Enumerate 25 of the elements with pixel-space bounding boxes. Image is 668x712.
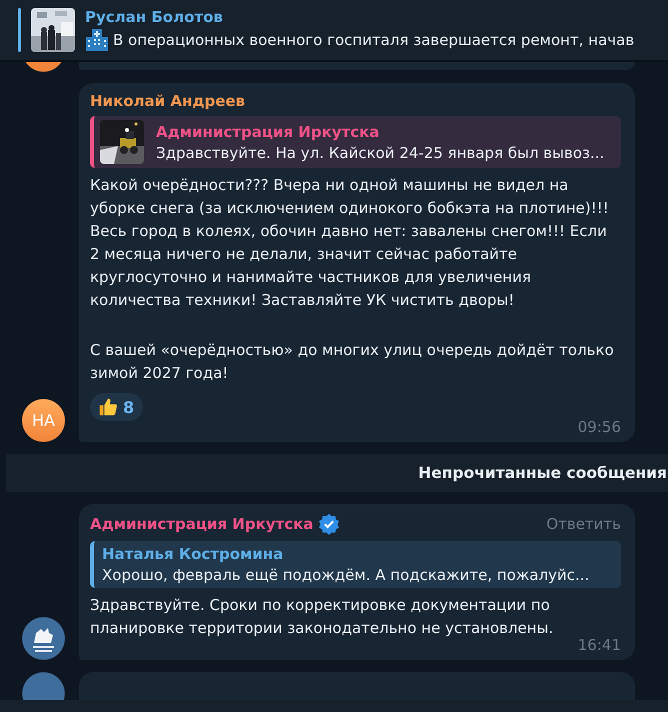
reply-link[interactable]: Ответить (546, 515, 621, 533)
message-text: С вашей «очерёдностью» до многих улиц очередь дойдёт только зимой 2027 года! (90, 340, 615, 384)
message-time: 09:56 (578, 418, 621, 436)
verified-badge-icon (318, 513, 340, 535)
reply-author: Наталья Костромина (102, 545, 284, 563)
sender-name[interactable]: Администрация Иркутска (90, 515, 314, 533)
reply-quote[interactable]: Администрация Иркутска Здравствуйте. На ул. Кайской 24-25 января был вывоз... (90, 116, 621, 168)
reply-text: Здравствуйте. На ул. Кайской 24-25 января был вывоз... (156, 144, 604, 162)
unread-separator: Непрочитанные сообщения (418, 464, 667, 482)
reply-author: Администрация Иркутска (156, 122, 380, 140)
accent-bar (18, 8, 21, 52)
sender-name[interactable]: Николай Андреев (90, 92, 246, 110)
pinned-text: В операционных военного госпиталя завершается ремонт, начав (113, 31, 634, 49)
message-time: 16:41 (578, 636, 621, 654)
message-text: Какой очерёдности??? Вчера ни одной машины не видел на уборке снега (за исключением одинокого бобкэта на плотине)!!! Весь город в колеях, обочин давно нет: завалены снегом!!! Если 2 месяца ничего не делали, значит сейчас работайте круглосуточно и нанимайте частников для увеличения количества техники! Заставляйте УК чистить дворы! (90, 175, 610, 311)
city-logo-avatar[interactable] (22, 617, 65, 660)
reply-text: Хорошо, февраль ещё подождём. А подскажите, пожалуйс... (102, 566, 590, 584)
pinned-message-bar[interactable]: Руслан Болотов В операционных военного госпиталя завершается ремонт, начав (0, 0, 668, 62)
reaction-count: 8 (123, 398, 134, 416)
reply-quote[interactable]: Наталья Костромина Хорошо, февраль ещё подождём. А подскажите, пожалуйс... (90, 541, 621, 588)
hospital-icon (85, 28, 109, 52)
pinned-author: Руслан Болотов (85, 8, 224, 26)
reaction-chip[interactable]: 8 (90, 393, 144, 421)
message-text: Здравствуйте. Сроки по корректировке документации по планировке территории законодательно не установлены. (90, 595, 554, 639)
thumbs-up-icon (97, 396, 119, 418)
